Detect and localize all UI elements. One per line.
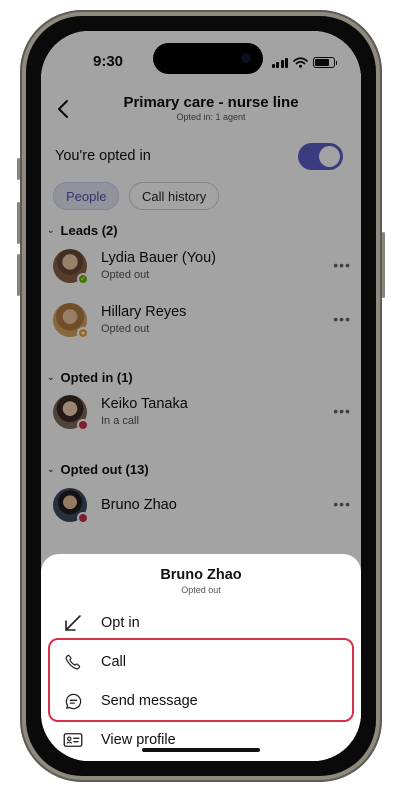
call-action[interactable]: Call (61, 645, 341, 679)
phone-frame: 9:30 Primary care - nurse line Opted in:… (17, 10, 385, 782)
phone-screen: 9:30 Primary care - nurse line Opted in:… (41, 31, 361, 761)
chat-icon (61, 689, 85, 713)
action-label: Send message (101, 693, 198, 709)
action-button (17, 158, 20, 180)
opt-in-action[interactable]: Opt in (61, 606, 341, 640)
power-button (382, 232, 385, 298)
phone-bezel: 9:30 Primary care - nurse line Opted in:… (26, 16, 376, 776)
volume-up-button (17, 202, 20, 244)
home-indicator[interactable] (142, 748, 260, 752)
action-sheet: Bruno Zhao Opted out Opt in Call Send me… (41, 554, 361, 761)
volume-down-button (17, 254, 20, 296)
action-label: View profile (101, 732, 176, 748)
sheet-title: Bruno Zhao (160, 567, 242, 583)
sheet-subtitle: Opted out (181, 585, 221, 595)
contact-card-icon (61, 728, 85, 752)
arrow-down-left-icon (61, 611, 85, 635)
action-label: Opt in (101, 615, 140, 631)
phone-icon (61, 650, 85, 674)
send-message-action[interactable]: Send message (61, 684, 341, 718)
action-label: Call (101, 654, 126, 670)
